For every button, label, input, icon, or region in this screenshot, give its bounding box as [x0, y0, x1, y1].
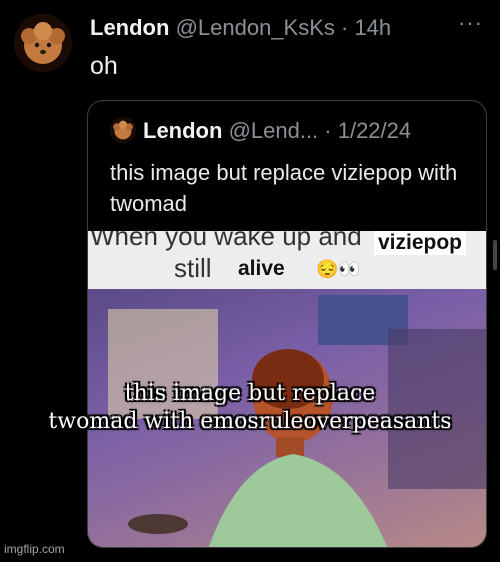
overlay-caption: this image but replace twomad with emosr…	[0, 380, 500, 436]
overlay-caption-line2: twomad with emosruleoverpeasants	[48, 409, 452, 434]
meme-alive-label: alive	[238, 257, 285, 280]
quoted-tweet-text: this image but replace viziepop with two…	[110, 160, 458, 216]
author-avatar[interactable]	[14, 14, 72, 72]
quoted-tweet-card[interactable]: Lendon @Lend... · 1/22/24 this image but…	[87, 100, 487, 548]
author-name[interactable]: Lendon	[90, 15, 169, 40]
author-line: Lendon @Lendon_KsKs · 14h	[90, 15, 391, 41]
meme-caption-line1: When you wake up and	[90, 231, 362, 251]
quoted-author-line: Lendon @Lend... · 1/22/24	[143, 118, 411, 144]
watermark: imgflip.com	[4, 542, 65, 556]
overlay-caption-line1: this image but replace	[124, 381, 376, 406]
meme-emoji: 😔👀	[316, 259, 361, 279]
author-meta: @Lendon_KsKs · 14h	[175, 15, 392, 40]
quoted-author-meta: @Lend... · 1/22/24	[228, 118, 412, 143]
tweet-text: oh	[90, 52, 118, 80]
ellipsis-icon[interactable]: ···	[458, 10, 483, 36]
quoted-author-avatar	[110, 117, 136, 143]
scrollbar[interactable]	[493, 240, 497, 270]
meme-viziepop-label: viziepop	[374, 231, 467, 255]
meme-caption-area: When you wake up and still alive 😔👀 vizi…	[88, 231, 486, 289]
quoted-author-name: Lendon	[143, 118, 223, 143]
meme-caption-line2: still	[174, 253, 212, 283]
